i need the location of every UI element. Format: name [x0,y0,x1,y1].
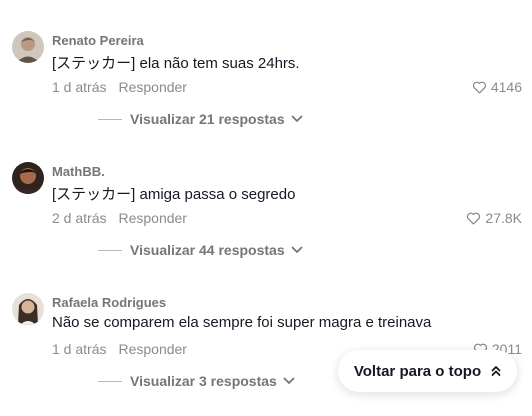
comment-text: [ステッカー] amiga passa o segredo [52,186,296,203]
view-replies-label: Visualizar 3 respostas [130,373,277,389]
view-replies-label: Visualizar 21 respostas [130,111,285,127]
comment-username[interactable]: MathBB. [52,164,105,179]
view-replies-button[interactable]: Visualizar 44 respostas [98,242,303,258]
reply-button[interactable]: Responder [118,210,187,226]
divider-line [98,118,122,120]
back-to-top-button[interactable]: Voltar para o topo [338,350,517,392]
comment-text: [ステッカー] ela não tem suas 24hrs. [52,55,300,72]
chevron-down-icon [291,115,303,122]
view-replies-button[interactable]: Visualizar 21 respostas [98,111,303,127]
comment-username[interactable]: Rafaela Rodrigues [52,295,166,310]
heart-outline-icon [472,81,486,94]
double-chevron-up-icon [491,366,501,376]
heart-outline-icon [467,212,481,225]
avatar[interactable] [12,293,44,325]
avatar[interactable] [12,31,44,63]
divider-line [98,249,122,251]
chevron-down-icon [283,377,295,384]
like-button[interactable]: 27.8K [466,210,522,226]
divider-line [98,380,122,382]
back-to-top-label: Voltar para o topo [353,362,482,380]
comment-text: Não se comparem ela sempre foi super mag… [52,314,432,331]
like-count: 4146 [490,79,522,95]
comment-meta: 1 d atrás Responder [52,341,187,357]
comment-meta: 2 d atrás Responder [52,210,187,226]
like-count: 27.8K [485,210,522,226]
like-button[interactable]: 4146 [472,79,522,95]
reply-button[interactable]: Responder [118,79,187,95]
view-replies-label: Visualizar 44 respostas [130,242,285,258]
comment-time: 2 d atrás [52,210,107,226]
avatar[interactable] [12,162,44,194]
comment-time: 1 d atrás [52,79,107,95]
comment-time: 1 d atrás [52,341,107,357]
comment-username[interactable]: Renato Pereira [52,33,144,48]
reply-button[interactable]: Responder [118,341,187,357]
chevron-down-icon [291,246,303,253]
comment-meta: 1 d atrás Responder [52,79,187,95]
view-replies-button[interactable]: Visualizar 3 respostas [98,373,295,389]
